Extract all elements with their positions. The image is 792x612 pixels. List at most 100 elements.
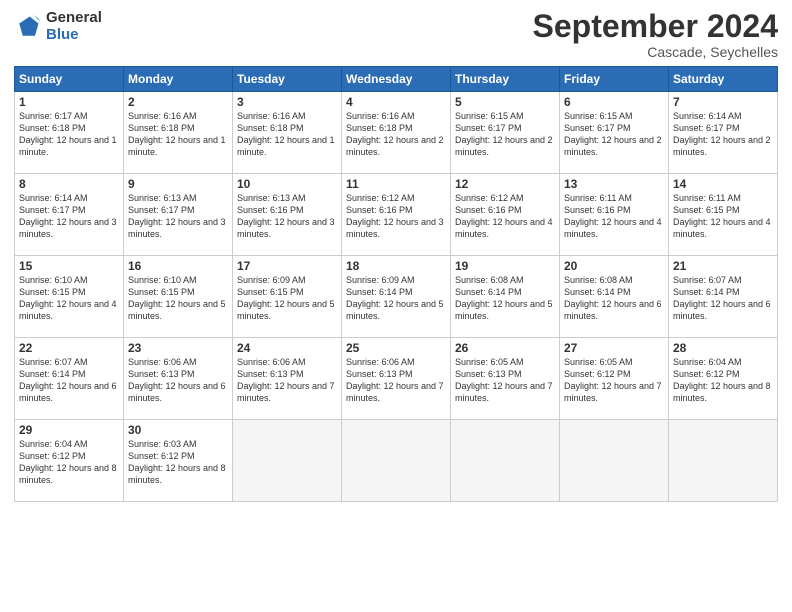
day-info: Sunrise: 6:16 AM Sunset: 6:18 PM Dayligh… [346,110,446,159]
table-row: 3 Sunrise: 6:16 AM Sunset: 6:18 PM Dayli… [233,92,342,174]
calendar-row: 8 Sunrise: 6:14 AM Sunset: 6:17 PM Dayli… [15,174,778,256]
logo-icon [14,13,42,41]
day-info: Sunrise: 6:04 AM Sunset: 6:12 PM Dayligh… [673,356,773,405]
day-number: 22 [19,341,119,355]
table-row: 28 Sunrise: 6:04 AM Sunset: 6:12 PM Dayl… [669,338,778,420]
table-row: 25 Sunrise: 6:06 AM Sunset: 6:13 PM Dayl… [342,338,451,420]
table-row [669,420,778,502]
title-block: September 2024 Cascade, Seychelles [533,10,778,60]
table-row [560,420,669,502]
day-number: 25 [346,341,446,355]
day-number: 18 [346,259,446,273]
day-info: Sunrise: 6:06 AM Sunset: 6:13 PM Dayligh… [237,356,337,405]
day-number: 11 [346,177,446,191]
table-row: 2 Sunrise: 6:16 AM Sunset: 6:18 PM Dayli… [124,92,233,174]
day-info: Sunrise: 6:11 AM Sunset: 6:16 PM Dayligh… [564,192,664,241]
day-number: 16 [128,259,228,273]
day-info: Sunrise: 6:16 AM Sunset: 6:18 PM Dayligh… [237,110,337,159]
table-row: 30 Sunrise: 6:03 AM Sunset: 6:12 PM Dayl… [124,420,233,502]
day-number: 8 [19,177,119,191]
day-info: Sunrise: 6:05 AM Sunset: 6:12 PM Dayligh… [564,356,664,405]
day-info: Sunrise: 6:08 AM Sunset: 6:14 PM Dayligh… [455,274,555,323]
table-row: 1 Sunrise: 6:17 AM Sunset: 6:18 PM Dayli… [15,92,124,174]
day-info: Sunrise: 6:06 AM Sunset: 6:13 PM Dayligh… [346,356,446,405]
table-row: 15 Sunrise: 6:10 AM Sunset: 6:15 PM Dayl… [15,256,124,338]
col-monday: Monday [124,67,233,92]
day-info: Sunrise: 6:13 AM Sunset: 6:16 PM Dayligh… [237,192,337,241]
day-number: 30 [128,423,228,437]
page: General Blue September 2024 Cascade, Sey… [0,0,792,612]
table-row: 21 Sunrise: 6:07 AM Sunset: 6:14 PM Dayl… [669,256,778,338]
table-row: 22 Sunrise: 6:07 AM Sunset: 6:14 PM Dayl… [15,338,124,420]
day-info: Sunrise: 6:12 AM Sunset: 6:16 PM Dayligh… [346,192,446,241]
table-row [342,420,451,502]
logo: General Blue [14,10,102,43]
day-info: Sunrise: 6:16 AM Sunset: 6:18 PM Dayligh… [128,110,228,159]
header-row: Sunday Monday Tuesday Wednesday Thursday… [15,67,778,92]
day-info: Sunrise: 6:06 AM Sunset: 6:13 PM Dayligh… [128,356,228,405]
calendar-row: 15 Sunrise: 6:10 AM Sunset: 6:15 PM Dayl… [15,256,778,338]
table-row: 7 Sunrise: 6:14 AM Sunset: 6:17 PM Dayli… [669,92,778,174]
table-row: 4 Sunrise: 6:16 AM Sunset: 6:18 PM Dayli… [342,92,451,174]
day-number: 24 [237,341,337,355]
day-info: Sunrise: 6:11 AM Sunset: 6:15 PM Dayligh… [673,192,773,241]
day-info: Sunrise: 6:13 AM Sunset: 6:17 PM Dayligh… [128,192,228,241]
day-number: 17 [237,259,337,273]
calendar-row: 1 Sunrise: 6:17 AM Sunset: 6:18 PM Dayli… [15,92,778,174]
month-title: September 2024 [533,10,778,42]
table-row: 26 Sunrise: 6:05 AM Sunset: 6:13 PM Dayl… [451,338,560,420]
day-info: Sunrise: 6:14 AM Sunset: 6:17 PM Dayligh… [673,110,773,159]
day-number: 29 [19,423,119,437]
col-sunday: Sunday [15,67,124,92]
day-info: Sunrise: 6:09 AM Sunset: 6:14 PM Dayligh… [346,274,446,323]
calendar-row: 29 Sunrise: 6:04 AM Sunset: 6:12 PM Dayl… [15,420,778,502]
day-number: 2 [128,95,228,109]
table-row: 6 Sunrise: 6:15 AM Sunset: 6:17 PM Dayli… [560,92,669,174]
table-row: 12 Sunrise: 6:12 AM Sunset: 6:16 PM Dayl… [451,174,560,256]
table-row: 20 Sunrise: 6:08 AM Sunset: 6:14 PM Dayl… [560,256,669,338]
table-row: 8 Sunrise: 6:14 AM Sunset: 6:17 PM Dayli… [15,174,124,256]
col-friday: Friday [560,67,669,92]
table-row: 11 Sunrise: 6:12 AM Sunset: 6:16 PM Dayl… [342,174,451,256]
table-row: 13 Sunrise: 6:11 AM Sunset: 6:16 PM Dayl… [560,174,669,256]
day-number: 21 [673,259,773,273]
calendar-row: 22 Sunrise: 6:07 AM Sunset: 6:14 PM Dayl… [15,338,778,420]
day-info: Sunrise: 6:07 AM Sunset: 6:14 PM Dayligh… [673,274,773,323]
day-info: Sunrise: 6:08 AM Sunset: 6:14 PM Dayligh… [564,274,664,323]
logo-blue-text: Blue [46,27,102,44]
day-info: Sunrise: 6:10 AM Sunset: 6:15 PM Dayligh… [19,274,119,323]
day-number: 23 [128,341,228,355]
col-tuesday: Tuesday [233,67,342,92]
table-row: 10 Sunrise: 6:13 AM Sunset: 6:16 PM Dayl… [233,174,342,256]
day-number: 3 [237,95,337,109]
day-info: Sunrise: 6:05 AM Sunset: 6:13 PM Dayligh… [455,356,555,405]
day-info: Sunrise: 6:12 AM Sunset: 6:16 PM Dayligh… [455,192,555,241]
logo-text: General Blue [46,10,102,43]
table-row: 14 Sunrise: 6:11 AM Sunset: 6:15 PM Dayl… [669,174,778,256]
day-number: 1 [19,95,119,109]
day-info: Sunrise: 6:07 AM Sunset: 6:14 PM Dayligh… [19,356,119,405]
day-number: 14 [673,177,773,191]
day-number: 20 [564,259,664,273]
table-row: 23 Sunrise: 6:06 AM Sunset: 6:13 PM Dayl… [124,338,233,420]
location-subtitle: Cascade, Seychelles [533,44,778,60]
day-number: 5 [455,95,555,109]
day-number: 4 [346,95,446,109]
day-number: 6 [564,95,664,109]
day-info: Sunrise: 6:09 AM Sunset: 6:15 PM Dayligh… [237,274,337,323]
day-info: Sunrise: 6:10 AM Sunset: 6:15 PM Dayligh… [128,274,228,323]
day-info: Sunrise: 6:17 AM Sunset: 6:18 PM Dayligh… [19,110,119,159]
table-row: 16 Sunrise: 6:10 AM Sunset: 6:15 PM Dayl… [124,256,233,338]
table-row: 9 Sunrise: 6:13 AM Sunset: 6:17 PM Dayli… [124,174,233,256]
day-info: Sunrise: 6:03 AM Sunset: 6:12 PM Dayligh… [128,438,228,487]
calendar-table: Sunday Monday Tuesday Wednesday Thursday… [14,66,778,502]
table-row: 5 Sunrise: 6:15 AM Sunset: 6:17 PM Dayli… [451,92,560,174]
logo-general-text: General [46,10,102,27]
day-number: 27 [564,341,664,355]
table-row: 27 Sunrise: 6:05 AM Sunset: 6:12 PM Dayl… [560,338,669,420]
day-info: Sunrise: 6:04 AM Sunset: 6:12 PM Dayligh… [19,438,119,487]
col-saturday: Saturday [669,67,778,92]
day-info: Sunrise: 6:15 AM Sunset: 6:17 PM Dayligh… [455,110,555,159]
day-number: 28 [673,341,773,355]
col-thursday: Thursday [451,67,560,92]
